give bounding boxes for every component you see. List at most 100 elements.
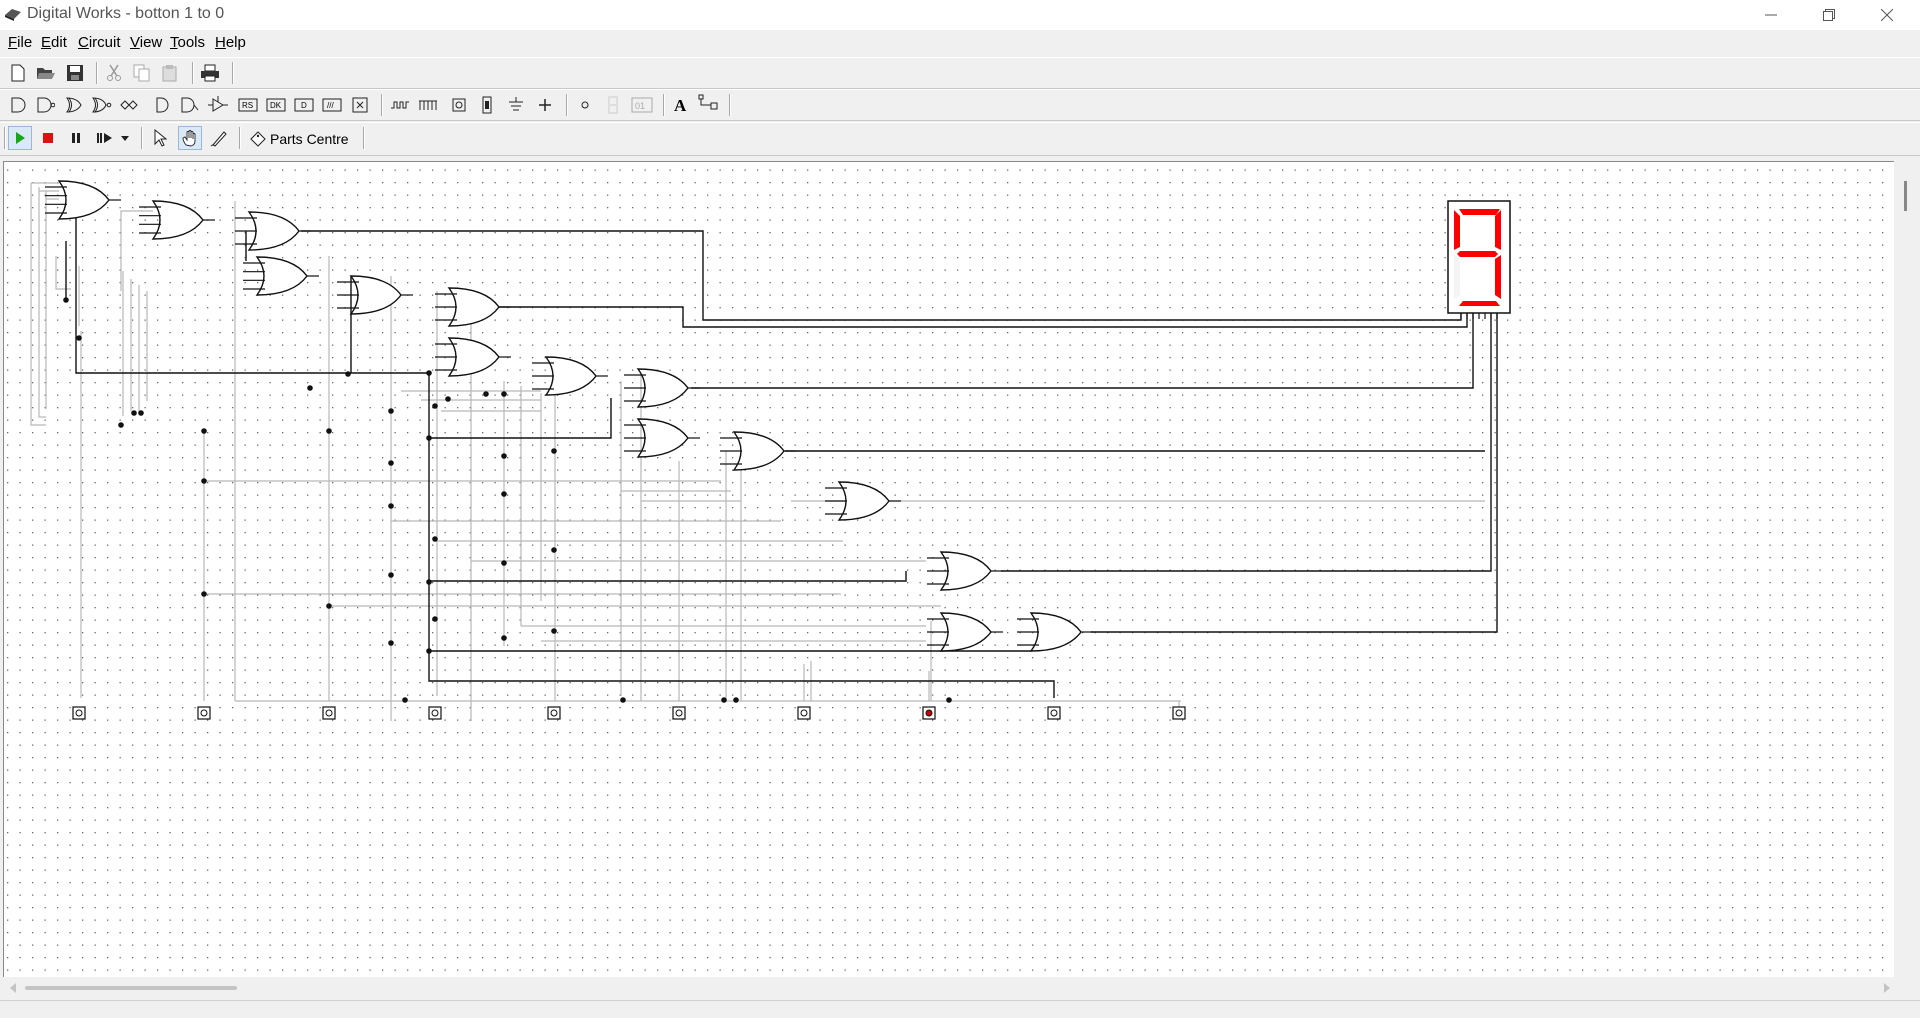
switch-knob xyxy=(431,709,439,717)
svg-text:01: 01 xyxy=(635,101,645,111)
hex-display-icon: 01 xyxy=(631,97,653,113)
wire-tool-button[interactable] xyxy=(207,126,231,150)
dk-flipflop-button[interactable]: DK xyxy=(264,93,288,117)
junction-dot xyxy=(551,547,557,553)
scroll-left-icon[interactable] xyxy=(9,983,17,993)
switch-button[interactable] xyxy=(447,93,471,117)
step-button[interactable] xyxy=(93,126,117,150)
circuit-diagram[interactable] xyxy=(4,162,1894,978)
hex-display-button[interactable]: 01 xyxy=(630,93,654,117)
junction-dot xyxy=(388,460,394,466)
input-switch[interactable] xyxy=(322,706,336,720)
ground-icon xyxy=(509,97,523,111)
seven-segment-button[interactable] xyxy=(601,93,625,117)
ground-button[interactable] xyxy=(504,93,528,117)
minimize-button[interactable] xyxy=(1742,0,1800,30)
input-switch[interactable] xyxy=(797,706,811,720)
paste-button[interactable] xyxy=(158,61,182,85)
nand-gate-button[interactable] xyxy=(34,93,58,117)
display-segment-d xyxy=(1459,301,1500,306)
menu-help[interactable]: Help xyxy=(215,34,246,51)
hand-tool-button[interactable] xyxy=(178,126,202,150)
junction-dot xyxy=(201,591,207,597)
components-toolbar: RS DK D /// 01 A xyxy=(0,89,1920,121)
parts-centre-button[interactable]: Parts Centre xyxy=(250,128,349,150)
menu-view[interactable]: View xyxy=(130,34,162,51)
clock-button[interactable] xyxy=(388,93,412,117)
menu-file[interactable]: File xyxy=(8,34,32,51)
save-button[interactable] xyxy=(63,61,87,85)
battery-button[interactable] xyxy=(475,93,499,117)
junction-dot xyxy=(201,478,207,484)
input-switch[interactable] xyxy=(428,706,442,720)
vertical-scrollbar[interactable] xyxy=(1897,161,1917,977)
probe-icon xyxy=(698,94,718,110)
step-dropdown-button[interactable] xyxy=(116,126,134,150)
junction-dot xyxy=(501,560,507,566)
vertical-scroll-thumb[interactable] xyxy=(1904,181,1907,211)
pause-button[interactable] xyxy=(64,126,88,150)
input-switch[interactable] xyxy=(547,706,561,720)
nor-gate-icon xyxy=(92,97,112,113)
cut-button[interactable] xyxy=(102,61,126,85)
switch-knob xyxy=(800,709,808,717)
text-button[interactable]: A xyxy=(669,93,693,117)
open-button[interactable] xyxy=(34,61,58,85)
and-gate-button[interactable] xyxy=(6,93,30,117)
separator xyxy=(232,62,234,84)
junction-dot xyxy=(345,371,351,377)
circuit-canvas[interactable] xyxy=(3,161,1894,978)
nor-gate-button[interactable] xyxy=(90,93,114,117)
junction-dot xyxy=(388,572,394,578)
select-tool-button[interactable] xyxy=(148,126,172,150)
xor-gate-button[interactable] xyxy=(118,93,142,117)
junction-dot xyxy=(388,408,394,414)
junction-dot xyxy=(445,396,451,402)
input-switch[interactable] xyxy=(1172,706,1186,720)
junction-dot xyxy=(432,403,438,409)
buffer-button[interactable] xyxy=(150,93,174,117)
close-button[interactable] xyxy=(1858,0,1916,30)
junction-dot xyxy=(501,635,507,641)
junction-button[interactable] xyxy=(533,93,557,117)
menu-tools[interactable]: Tools xyxy=(170,34,205,51)
inverter-button[interactable] xyxy=(178,93,202,117)
pulse-button[interactable] xyxy=(416,93,440,117)
junction-dot xyxy=(63,297,69,303)
junction-dot xyxy=(946,697,952,703)
input-switch[interactable] xyxy=(922,706,936,720)
switch-knob xyxy=(925,709,933,717)
paste-icon xyxy=(162,65,177,82)
text-icon: A xyxy=(674,96,687,114)
copy-button[interactable] xyxy=(130,61,154,85)
separator xyxy=(363,127,365,149)
input-switch[interactable] xyxy=(197,706,211,720)
restore-button[interactable] xyxy=(1800,0,1858,30)
input-switch[interactable] xyxy=(72,706,86,720)
led-button[interactable] xyxy=(573,93,597,117)
stop-button[interactable] xyxy=(36,126,60,150)
rs-flipflop-button[interactable]: RS xyxy=(236,93,260,117)
and-gate-icon xyxy=(11,97,26,113)
or-gate-button[interactable] xyxy=(62,93,86,117)
d-flipflop-button[interactable]: D xyxy=(292,93,316,117)
scroll-right-icon[interactable] xyxy=(1883,983,1891,993)
horizontal-scrollbar[interactable] xyxy=(3,977,1897,999)
input-switch[interactable] xyxy=(1047,706,1061,720)
menu-circuit[interactable]: Circuit xyxy=(78,34,121,51)
new-file-button[interactable] xyxy=(6,61,30,85)
macro-button[interactable] xyxy=(348,93,372,117)
svg-text:D: D xyxy=(301,101,307,110)
probe-button[interactable] xyxy=(697,93,721,117)
buffer-icon xyxy=(156,97,169,113)
input-switch[interactable] xyxy=(672,706,686,720)
jk-flipflop-button[interactable]: /// xyxy=(320,93,344,117)
menu-edit[interactable]: Edit xyxy=(41,34,67,51)
switch-knob xyxy=(550,709,558,717)
horizontal-scroll-thumb[interactable] xyxy=(25,986,237,990)
run-button[interactable] xyxy=(8,126,32,150)
clock-icon xyxy=(391,101,409,109)
open-folder-icon xyxy=(37,68,55,79)
tristate-button[interactable] xyxy=(206,93,230,117)
print-button[interactable] xyxy=(198,61,222,85)
